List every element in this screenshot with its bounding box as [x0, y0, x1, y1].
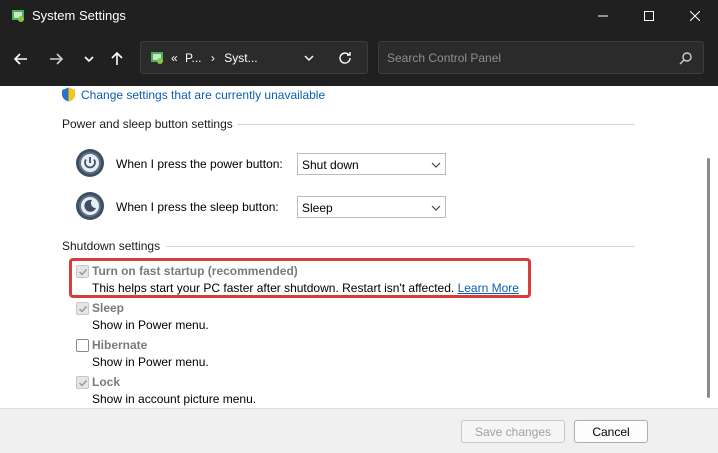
footer-bar: Save changes Cancel	[0, 408, 718, 453]
divider	[237, 124, 635, 125]
change-settings-link[interactable]: Change settings that are currently unava…	[81, 88, 325, 102]
search-input[interactable]	[387, 49, 667, 67]
scrollbar-thumb[interactable]	[707, 158, 710, 398]
shutdown-section-heading: Shutdown settings	[62, 239, 161, 253]
checkmark-icon	[78, 379, 88, 387]
uac-shield-icon	[62, 87, 75, 102]
hibernate-option-label: Hibernate	[92, 338, 148, 352]
power-button-icon	[76, 149, 104, 177]
breadcrumb-separator[interactable]: ›	[211, 51, 215, 65]
close-icon	[690, 11, 700, 21]
maximize-icon	[644, 11, 654, 21]
power-button-select[interactable]: Shut down	[297, 153, 446, 175]
power-button-label: When I press the power button:	[116, 157, 283, 171]
address-bar: « P... › Syst...	[0, 32, 718, 86]
back-button[interactable]	[8, 46, 34, 72]
minimize-icon	[598, 15, 608, 17]
recent-locations-button[interactable]	[76, 46, 102, 72]
breadcrumb-overflow[interactable]: «	[171, 51, 178, 65]
search-icon[interactable]	[679, 51, 693, 65]
chevron-down-icon	[431, 162, 441, 168]
arrow-left-icon	[13, 53, 27, 65]
breadcrumb-item-power[interactable]: P...	[185, 51, 201, 65]
hibernate-option-desc: Show in Power menu.	[92, 355, 209, 369]
address-path[interactable]: « P... › Syst...	[140, 41, 368, 74]
checkmark-icon	[78, 305, 88, 313]
sleep-option-desc: Show in Power menu.	[92, 318, 209, 332]
breadcrumb-item-system[interactable]: Syst...	[224, 51, 257, 65]
power-section-heading: Power and sleep button settings	[62, 117, 233, 131]
cancel-button[interactable]: Cancel	[574, 420, 648, 443]
control-panel-icon	[12, 10, 24, 22]
sleep-option-label: Sleep	[92, 301, 125, 315]
forward-button[interactable]	[43, 46, 69, 72]
chevron-down-icon	[431, 205, 441, 211]
minimize-button[interactable]	[580, 0, 626, 32]
refresh-icon[interactable]	[337, 50, 353, 66]
highlight-box	[69, 258, 531, 298]
maximize-button[interactable]	[626, 0, 672, 32]
sleep-button-icon	[76, 192, 104, 220]
chevron-down-icon[interactable]	[301, 50, 317, 66]
window-title: System Settings	[32, 8, 126, 23]
breadcrumb: « P... › Syst...	[171, 51, 258, 65]
lock-checkbox[interactable]	[76, 376, 89, 389]
lock-option-label: Lock	[92, 375, 121, 389]
title-bar: System Settings	[0, 0, 718, 32]
close-button[interactable]	[672, 0, 718, 32]
sleep-checkbox[interactable]	[76, 302, 89, 315]
sleep-button-value: Sleep	[302, 201, 333, 215]
arrow-up-icon	[111, 51, 123, 65]
up-button[interactable]	[104, 46, 130, 72]
sleep-button-select[interactable]: Sleep	[297, 196, 446, 218]
save-changes-button[interactable]: Save changes	[461, 420, 565, 443]
arrow-right-icon	[50, 53, 64, 65]
sleep-button-label: When I press the sleep button:	[116, 200, 279, 214]
power-button-value: Shut down	[302, 158, 359, 172]
chevron-down-icon	[84, 56, 94, 63]
control-panel-icon	[151, 52, 163, 64]
divider	[166, 246, 635, 247]
search-box[interactable]	[378, 41, 704, 74]
main-content: Change settings that are currently unava…	[0, 86, 718, 408]
hibernate-checkbox[interactable]	[76, 339, 89, 352]
lock-option-desc: Show in account picture menu.	[92, 392, 257, 406]
